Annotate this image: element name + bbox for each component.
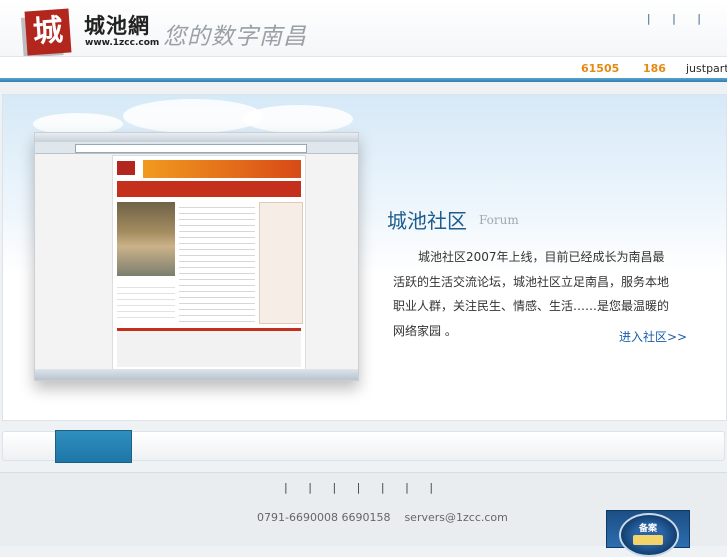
forum-banner: 城池社区 Forum 城池社区2007年上线，目前已经成长为南昌最活跃的生活交流… xyxy=(2,94,727,421)
screenshot-titlebar xyxy=(35,133,358,142)
stats-bar: 61505 186 justparty xyxy=(0,56,727,79)
header-divider xyxy=(0,78,727,82)
site-footer: | | | | | | | 0791-6690008 6690158 server… xyxy=(0,472,727,557)
badge-label: 备案 xyxy=(638,524,657,534)
screenshot-text-box xyxy=(117,282,175,322)
forum-subtitle: Forum xyxy=(479,213,519,227)
screenshot-text-lines xyxy=(179,202,255,322)
top-link-separator: | xyxy=(672,12,676,25)
footer-link-separator: | xyxy=(380,481,385,494)
site-logo-name[interactable]: 城池網 xyxy=(84,10,150,40)
forum-title: 城池社区 xyxy=(387,209,467,233)
footer-link-separator: | xyxy=(284,481,288,494)
stat-online-users: 186 xyxy=(643,62,666,75)
record-badge[interactable]: 备案 xyxy=(606,510,690,557)
cloud-decoration xyxy=(243,105,353,133)
footer-link-separator: | xyxy=(356,481,361,494)
footer-link-separator: | xyxy=(429,481,434,494)
site-slogan: 您的数字南昌 xyxy=(163,24,307,50)
footer-link-separator: | xyxy=(405,481,409,494)
screenshot-taskbar xyxy=(35,369,358,380)
footer-contact: 0791-6690008 6690158 servers@1zcc.com xyxy=(257,511,508,524)
cloud-decoration xyxy=(123,99,263,133)
site-logo-seal[interactable]: 城 xyxy=(24,8,72,56)
forum-screenshot-image[interactable] xyxy=(34,132,359,381)
newest-member-link[interactable]: justparty xyxy=(686,62,727,75)
site-logo-url: www.1zcc.com xyxy=(85,38,160,48)
screenshot-photo xyxy=(117,202,175,276)
screenshot-nav xyxy=(117,181,301,197)
top-link-separator: | xyxy=(697,12,701,25)
badge-stamp-icon xyxy=(633,535,663,545)
footer-links: | | | | | | | xyxy=(284,481,450,494)
screenshot-banner-strip xyxy=(143,160,301,178)
stat-total-users: 61505 xyxy=(581,62,620,75)
top-links: | | | xyxy=(629,12,701,25)
footer-link-separator: | xyxy=(308,481,312,494)
footer-phone: 0791-6690008 6690158 xyxy=(257,511,391,524)
screenshot-footer xyxy=(117,328,301,367)
active-section-tab[interactable] xyxy=(55,430,132,463)
screenshot-sidebar xyxy=(259,202,303,324)
footer-link-separator: | xyxy=(332,481,337,494)
screenshot-page xyxy=(112,155,306,375)
site-header: 城 城池網 www.1zcc.com 您的数字南昌 | | | xyxy=(0,0,727,56)
enter-forum-link[interactable]: 进入社区>> xyxy=(619,328,687,345)
screenshot-logo xyxy=(117,161,135,175)
footer-email[interactable]: servers@1zcc.com xyxy=(404,511,507,524)
screenshot-address-bar xyxy=(75,144,307,153)
top-link-separator: | xyxy=(646,12,651,25)
